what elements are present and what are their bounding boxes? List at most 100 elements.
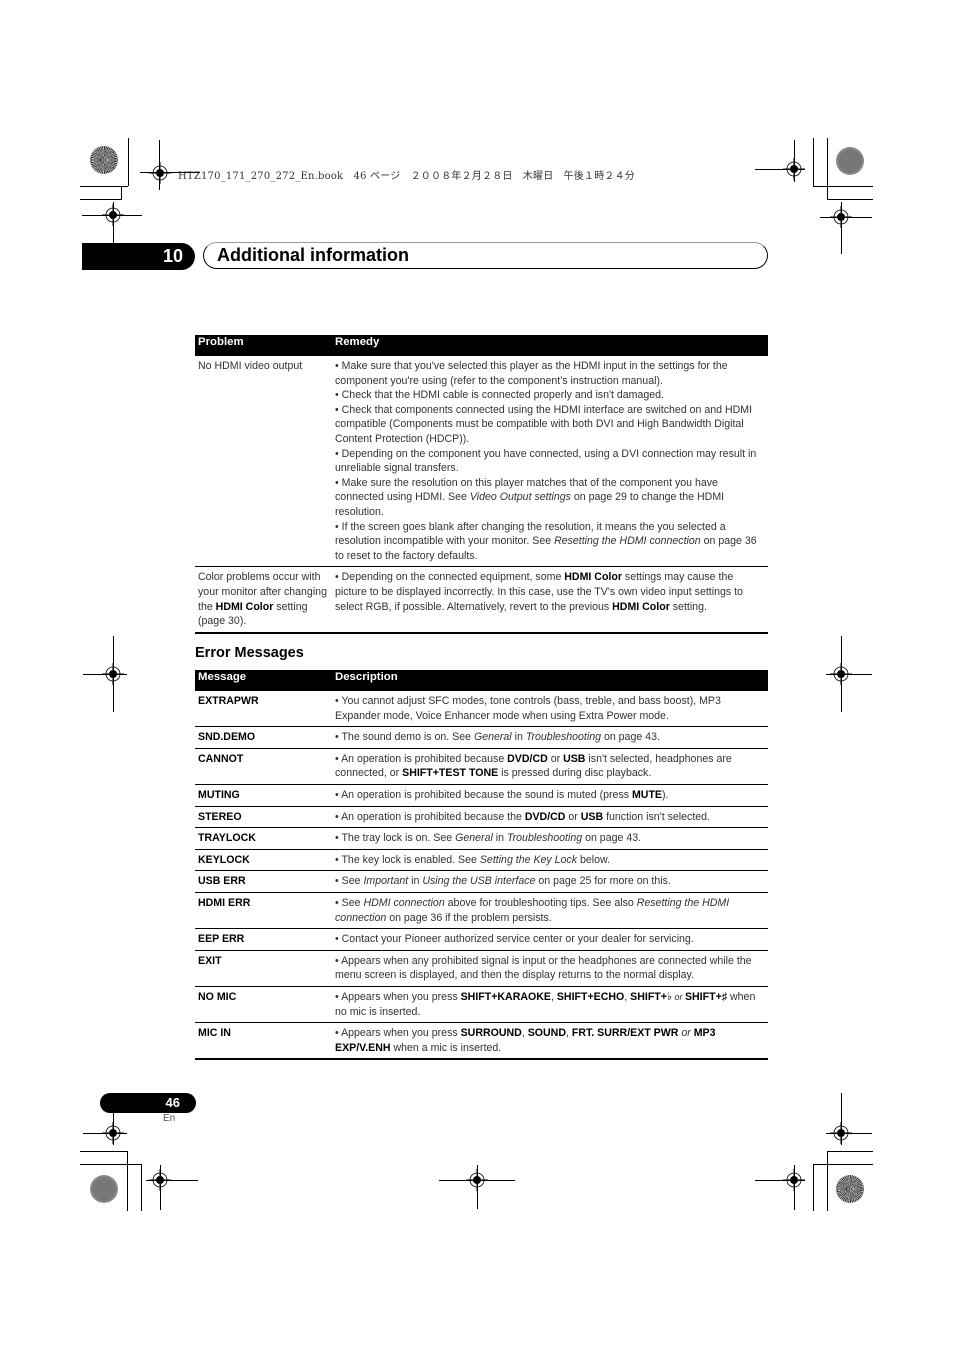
cross-reference: General <box>473 731 512 744</box>
color-bar-starburst-icon <box>836 1175 864 1203</box>
table-row: No HDMI video output • Make sure that yo… <box>195 356 768 568</box>
message-code-cell: TRAYLOCK <box>195 827 332 850</box>
section-heading-error-messages: Error Messages <box>195 645 304 661</box>
color-bar-starburst-icon <box>90 146 118 174</box>
column-header-problem: Problem <box>195 335 332 356</box>
description-cell: • The sound demo is on. See General in T… <box>332 726 768 749</box>
text-run: • Check that components connected using … <box>335 403 753 445</box>
message-code-cell: CANNOT <box>195 748 332 785</box>
bold-term: HDMI Color <box>612 600 670 613</box>
problem-cell: No HDMI video output <box>195 356 332 568</box>
table-row: USB ERR • See Important in Using the USB … <box>195 870 768 893</box>
bold-term: SHIFT+♭ <box>630 990 672 1003</box>
cross-reference: Setting the Key Lock <box>479 853 578 866</box>
table-header-row: Problem Remedy <box>195 335 768 356</box>
table-row: EXTRAPWR • You cannot adjust SFC modes, t… <box>195 691 768 728</box>
description-cell: • Appears when any prohibited signal is … <box>332 950 768 987</box>
table-row: MIC IN • Appears when you press SURROUND,… <box>195 1022 768 1061</box>
text-run: • An operation is prohibited because the… <box>335 788 632 801</box>
column-header-remedy: Remedy <box>332 335 768 356</box>
chapter-title: Additional information <box>217 245 409 265</box>
cross-reference: Troubleshooting <box>506 832 583 845</box>
error-messages-table: Message Description EXTRAPWR • You cannot… <box>195 670 768 1061</box>
description-cell: • You cannot adjust SFC modes, tone cont… <box>332 691 768 728</box>
message-code-cell: EEP ERR <box>195 928 332 951</box>
message-code-cell: KEYLOCK <box>195 849 332 872</box>
text-run: when a mic is inserted. <box>390 1041 502 1054</box>
table-row: TRAYLOCK • The tray lock is on. See Gener… <box>195 827 768 850</box>
table-row: KEYLOCK • The key lock is enabled. See Se… <box>195 849 768 872</box>
message-code-cell: STEREO <box>195 806 332 829</box>
chapter-number: 10 <box>82 243 195 270</box>
description-cell: • See HDMI connection above for troubles… <box>332 892 768 930</box>
text-run: below. <box>577 853 611 866</box>
cross-reference: Troubleshooting <box>525 731 601 744</box>
bold-term: FRT. SURR/EXT PWR <box>571 1027 679 1040</box>
text-run: or <box>565 810 581 823</box>
bold-term: DVD/CD <box>524 810 566 823</box>
cross-reference: Resetting the HDMI connection <box>554 535 701 548</box>
cross-reference: Video Output settings <box>469 491 571 504</box>
text-run: • Check that the HDMI cable is connected… <box>335 389 665 402</box>
bold-term: SHIFT+ECHO <box>556 990 625 1003</box>
text-run: • An operation is prohibited because the <box>335 810 525 823</box>
text-run: or <box>547 752 564 765</box>
bold-term: MUTE <box>631 788 662 801</box>
description-cell: • See Important in Using the USB interfa… <box>332 870 768 893</box>
description-cell: • The key lock is enabled. See Setting t… <box>332 849 768 872</box>
message-code-cell: HDMI ERR <box>195 892 332 930</box>
text-run: or <box>671 991 685 1002</box>
troubleshooting-table: Problem Remedy No HDMI video output • Ma… <box>195 335 768 634</box>
table-row: HDMI ERR • See HDMI connection above for … <box>195 892 768 930</box>
table-row: MUTING • An operation is prohibited becau… <box>195 784 768 807</box>
column-header-description: Description <box>332 670 768 691</box>
table-header-row: Message Description <box>195 670 768 691</box>
table-row: EEP ERR • Contact your Pioneer authorized… <box>195 928 768 951</box>
column-header-message: Message <box>195 670 332 691</box>
text-run: on page 25 for more on this. <box>535 875 671 888</box>
text-run: • Appears when you press <box>335 990 461 1003</box>
table-row: SND.DEMO • The sound demo is on. See Gene… <box>195 726 768 749</box>
text-run: • You cannot adjust SFC modes, tone cont… <box>335 695 721 722</box>
bold-term: USB <box>563 752 586 765</box>
remedy-cell: • Make sure that you've selected this pl… <box>332 356 768 568</box>
message-code-cell: USB ERR <box>195 870 332 893</box>
text-run: • The sound demo is on. See <box>335 731 474 744</box>
text-run: • Depending on the connected equipment, … <box>335 571 565 584</box>
table-row: CANNOT • An operation is prohibited becau… <box>195 748 768 785</box>
cross-reference: Using the USB interface <box>422 875 536 888</box>
text-run: • The tray lock is on. See <box>335 832 456 845</box>
table-row: Color problems occur with your monitor a… <box>195 566 768 634</box>
table-row: NO MIC • Appears when you press SHIFT+KAR… <box>195 986 768 1024</box>
description-cell: • The tray lock is on. See General in Tr… <box>332 827 768 850</box>
bold-term: HDMI Color <box>564 571 622 584</box>
page-language: En <box>163 1113 176 1124</box>
error-messages-body: EXTRAPWR • You cannot adjust SFC modes, t… <box>195 691 768 1061</box>
text-run: on page 43. <box>601 731 660 744</box>
message-code-cell: SND.DEMO <box>195 726 332 749</box>
bold-term: SHIFT+TEST TONE <box>402 767 499 780</box>
color-bar-circle-icon <box>836 147 864 175</box>
text-run: • Contact your Pioneer authorized servic… <box>335 933 694 946</box>
text-run: is pressed during disc playback. <box>498 767 652 780</box>
text-run: above for troubleshooting tips. See also <box>444 896 637 909</box>
text-run: in <box>511 731 526 744</box>
cross-reference: HDMI connection <box>363 896 445 909</box>
bold-term: USB <box>580 810 604 823</box>
text-run: in <box>492 832 507 845</box>
text-run: • Depending on the component you have co… <box>335 447 757 475</box>
text-run: • Appears when you press <box>335 1027 461 1040</box>
table-row: STEREO • An operation is prohibited becau… <box>195 806 768 829</box>
description-cell: • An operation is prohibited because the… <box>332 784 768 807</box>
registration-mark-icon <box>149 162 171 184</box>
text-run: in <box>408 875 423 888</box>
print-book-info: HTZ170_171_270_272_En.book 46 ページ ２００８年２… <box>178 171 636 182</box>
text-run: on page 36 if the problem persists. <box>386 911 552 924</box>
bold-term: SHIFT+♯ <box>684 990 728 1003</box>
description-cell: • Appears when you press SURROUND, SOUND… <box>332 1022 768 1061</box>
message-code-cell: EXIT <box>195 950 332 987</box>
description-cell: • An operation is prohibited because the… <box>332 806 768 829</box>
message-code-cell: MUTING <box>195 784 332 807</box>
page-number: 46 <box>100 1093 196 1113</box>
description-cell: • An operation is prohibited because DVD… <box>332 748 768 785</box>
